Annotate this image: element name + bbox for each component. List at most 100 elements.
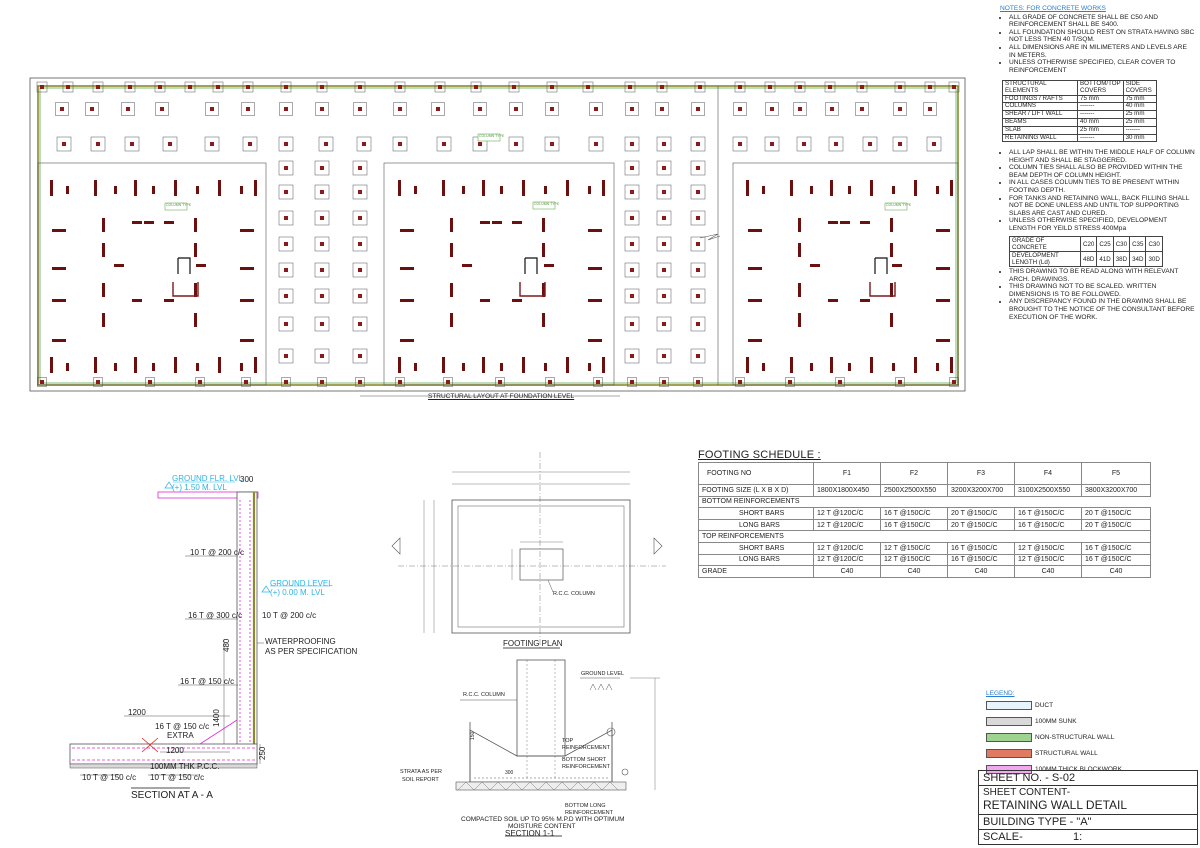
column-type-tag: COLUMN TYPE (886, 203, 912, 207)
cover-table: STRUCTURAL ELEMENTS BOTTOM/TOP COVERS SI… (1002, 80, 1157, 143)
column-mark (320, 354, 324, 358)
column-section (936, 229, 950, 232)
footing-plan-title: FOOTING PLAN (503, 639, 563, 648)
column-mark (188, 85, 192, 89)
bar-label: 10 T @ 200 c/c (262, 611, 317, 620)
column-mark (696, 322, 700, 326)
column-section (174, 357, 177, 373)
pcc-label: 100MM THK P.C.C. (150, 762, 220, 771)
column-mark (358, 268, 362, 272)
column-mark (358, 216, 362, 220)
schedule-cell: C40 (1081, 565, 1151, 578)
column-mark (158, 85, 162, 89)
schedule-cell: 16 T @150C/C (1081, 541, 1151, 555)
column-mark (630, 107, 634, 111)
strata-label: STRATA AS PER (400, 769, 442, 775)
schedule-cell: 20 T @150C/C (1081, 518, 1151, 532)
column-mark (662, 216, 666, 220)
grade-cell: GRADE OF CONCRETE (1009, 236, 1081, 252)
column-section (254, 180, 257, 196)
column-section (442, 357, 445, 373)
column-section (218, 357, 221, 373)
column-mark (594, 142, 598, 146)
column-mark (398, 142, 402, 146)
column-section (810, 264, 820, 267)
column-mark (662, 322, 666, 326)
column-section (936, 186, 939, 194)
column-section (762, 363, 765, 371)
column-mark (830, 107, 834, 111)
column-section (748, 267, 762, 270)
column-mark (586, 85, 590, 89)
column-section (194, 218, 197, 232)
scale-label: SCALE- (983, 831, 1023, 843)
column-section (790, 357, 793, 373)
column-section (602, 180, 605, 196)
column-mark (662, 380, 666, 384)
column-section (480, 299, 490, 302)
column-mark (898, 380, 902, 384)
column-section (830, 357, 833, 373)
column-section (152, 363, 155, 371)
bar-label: 10 T @ 200 c/c (190, 548, 245, 557)
footing-schedule-table: FOOTING NO F1 F2 F3 F4 F5 FOOTING SIZE (… (698, 462, 1151, 578)
column-section (102, 243, 105, 257)
legend-swatch (986, 700, 1032, 710)
column-mark (696, 242, 700, 246)
column-mark (66, 85, 70, 89)
dim-1400: 1400 (212, 709, 221, 727)
column-section (746, 180, 749, 196)
column-mark (284, 242, 288, 246)
column-section (50, 357, 53, 373)
column-mark (284, 190, 288, 194)
column-mark (358, 380, 362, 384)
column-mark (952, 85, 956, 89)
column-mark (696, 190, 700, 194)
schedule-cell: 16 T @150C/C (947, 553, 1015, 567)
note-item: ALL LAP SHALL BE WITHIN THE MIDDLE HALF … (1009, 149, 1195, 164)
column-mark (662, 294, 666, 298)
note-item: COLUMN TIES SHALL ALSO BE PROVIDED WITHI… (1009, 164, 1195, 179)
column-section (400, 339, 414, 342)
column-mark (550, 142, 554, 146)
grade-cell: 30D (1145, 251, 1163, 267)
legend: LEGEND: DUCT 100MM SUNK NON-STRUCTURAL W… (986, 690, 1122, 777)
column-section (164, 221, 174, 224)
column-mark (628, 85, 632, 89)
column-mark (160, 107, 164, 111)
column-mark (358, 242, 362, 246)
column-mark (696, 354, 700, 358)
sheet-number: SHEET NO. - S-02 (979, 771, 1197, 786)
column-section (442, 180, 445, 196)
cover-cell: ------- (1077, 133, 1124, 143)
column-mark (320, 190, 324, 194)
column-mark (244, 380, 248, 384)
column-section (522, 180, 525, 196)
column-mark (798, 85, 802, 89)
schedule-cell: 12 T @120C/C (813, 541, 881, 555)
schedule-cell: 16 T @150C/C (1081, 553, 1151, 567)
column-section (254, 357, 257, 373)
column-mark (738, 85, 742, 89)
column-mark (126, 107, 130, 111)
dim-250: 250 (258, 746, 267, 760)
schedule-cell: 20 T @150C/C (947, 507, 1015, 520)
column-section (482, 180, 485, 196)
cover-header: SIDE COVERS (1122, 80, 1157, 96)
column-mark (834, 142, 838, 146)
column-section (892, 363, 895, 371)
column-type-tag: COLUMN TYPE (166, 203, 192, 207)
schedule-cell: SHORT BARS (698, 541, 814, 555)
schedule-cell: 12 T @150C/C (880, 553, 948, 567)
column-section (94, 357, 97, 373)
column-mark (696, 216, 700, 220)
column-mark (130, 142, 134, 146)
waterproofing-note: WATERPROOFING (265, 637, 336, 646)
column-section (240, 229, 254, 232)
column-section (936, 363, 939, 371)
column-mark (696, 294, 700, 298)
column-mark (284, 380, 288, 384)
column-section (870, 357, 873, 373)
column-mark (860, 107, 864, 111)
legend-item: STRUCTURAL WALL (986, 745, 1122, 761)
